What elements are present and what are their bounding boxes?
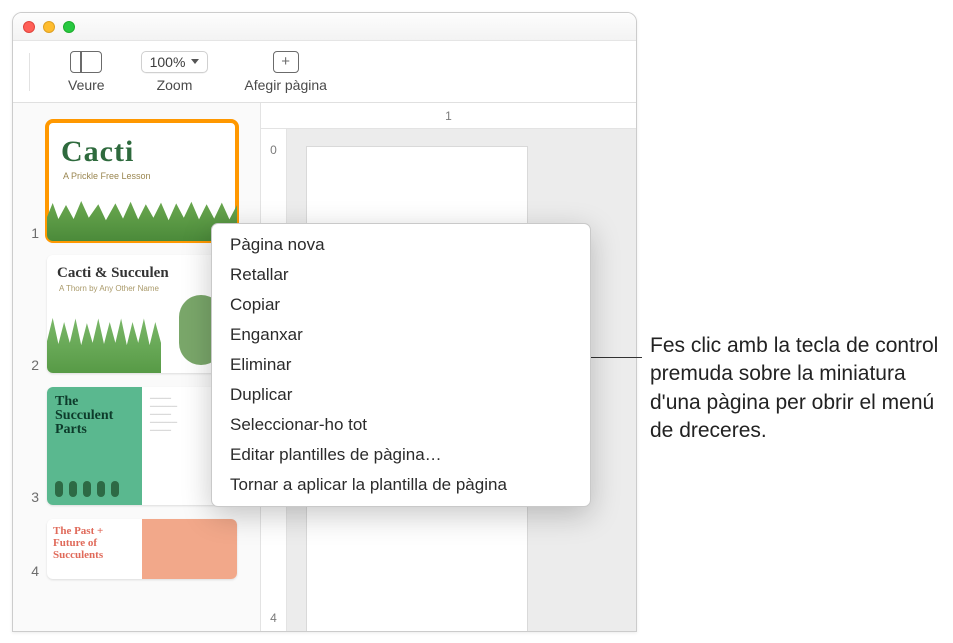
view-label: Veure <box>68 77 105 93</box>
menu-item-paste[interactable]: Enganxar <box>212 320 590 350</box>
page-thumbnail-1[interactable]: Cacti A Prickle Free Lesson <box>47 121 237 241</box>
zoom-value: 100% <box>150 54 186 70</box>
context-menu: Pàgina nova Retallar Copiar Enganxar Eli… <box>211 223 591 507</box>
fullscreen-window-button[interactable] <box>63 21 75 33</box>
thumbnail-number: 4 <box>25 563 39 579</box>
thumbnail-number: 3 <box>25 489 39 505</box>
thumbnail-subtitle: A Prickle Free Lesson <box>47 169 237 181</box>
titlebar <box>13 13 636 41</box>
menu-item-new-page[interactable]: Pàgina nova <box>212 230 590 260</box>
add-page-label: Afegir pàgina <box>244 77 327 93</box>
grass-graphic <box>47 315 161 373</box>
ruler-tick: 0 <box>270 143 277 157</box>
menu-item-duplicate[interactable]: Duplicar <box>212 380 590 410</box>
add-page-toolbar-item[interactable]: + Afegir pàgina <box>244 51 327 93</box>
view-toolbar-item[interactable]: Veure <box>68 51 105 93</box>
thumbnail-left-panel: The Succulent Parts <box>47 387 142 505</box>
app-window: Veure 100% Zoom + Afegir pàgina 1 Cacti … <box>12 12 637 632</box>
page-thumbnail-2[interactable]: Cacti & Succulen A Thorn by Any Other Na… <box>47 255 237 373</box>
ruler-tick: 1 <box>445 109 452 123</box>
toolbar-separator <box>29 53 30 91</box>
callout-text: Fes clic amb la tecla de control premuda… <box>650 332 940 445</box>
page-thumbnail-4[interactable]: The Past + Future of Succulents <box>47 519 237 579</box>
zoom-label: Zoom <box>157 77 193 93</box>
ruler-tick: 4 <box>270 611 277 625</box>
menu-item-reapply-page-template[interactable]: Tornar a aplicar la plantilla de pàgina <box>212 470 590 500</box>
view-sidebar-icon <box>70 51 102 73</box>
cacti-row-graphic <box>55 481 134 497</box>
cactus-graphic <box>47 201 237 241</box>
zoom-toolbar-item[interactable]: 100% Zoom <box>141 51 209 93</box>
thumbnail-title: Cacti & Succulen <box>47 255 237 282</box>
thumbnail-number: 1 <box>25 225 39 241</box>
thumbnail-row: 4 The Past + Future of Succulents <box>25 519 248 579</box>
menu-item-cut[interactable]: Retallar <box>212 260 590 290</box>
thumbnail-number: 2 <box>25 357 39 373</box>
menu-item-select-all[interactable]: Seleccionar-ho tot <box>212 410 590 440</box>
toolbar: Veure 100% Zoom + Afegir pàgina <box>13 41 636 103</box>
thumbnail-title: The Succulent Parts <box>55 395 134 437</box>
thumbnail-title: Cacti <box>47 121 237 169</box>
menu-item-copy[interactable]: Copiar <box>212 290 590 320</box>
page-thumbnail-3[interactable]: The Succulent Parts ━━━━━━━━━━━━━━━━━━━━… <box>47 387 237 505</box>
chevron-down-icon <box>191 59 199 64</box>
zoom-dropdown[interactable]: 100% <box>141 51 209 73</box>
menu-item-edit-page-templates[interactable]: Editar plantilles de pàgina… <box>212 440 590 470</box>
thumbnail-right-panel <box>142 519 237 579</box>
minimize-window-button[interactable] <box>43 21 55 33</box>
menu-item-delete[interactable]: Eliminar <box>212 350 590 380</box>
thumbnail-title: The Past + Future of Succulents <box>53 525 136 561</box>
horizontal-ruler: 1 <box>261 103 636 129</box>
close-window-button[interactable] <box>23 21 35 33</box>
thumbnail-left-panel: The Past + Future of Succulents <box>47 519 142 579</box>
thumbnail-subtitle: A Thorn by Any Other Name <box>47 282 237 293</box>
plus-icon: + <box>273 51 299 73</box>
